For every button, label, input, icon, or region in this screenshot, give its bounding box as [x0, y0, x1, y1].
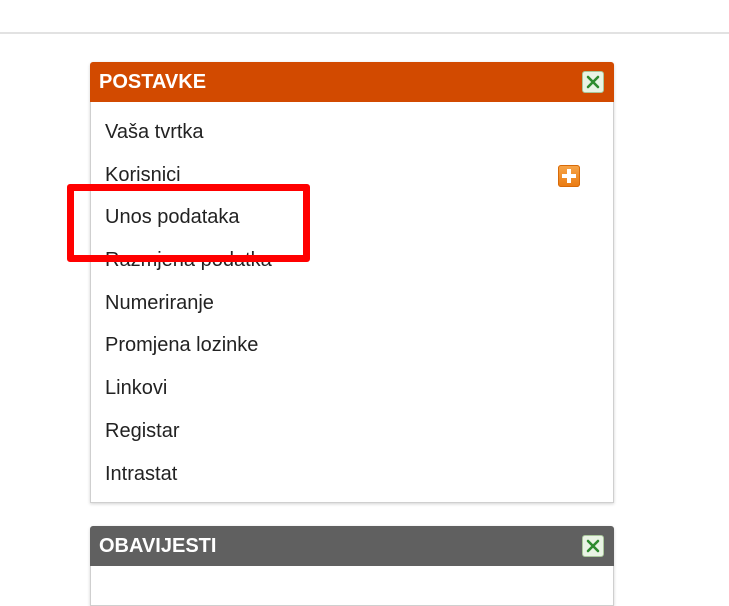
- menu-item-label: Unos podataka: [105, 206, 240, 229]
- close-icon: [586, 539, 600, 553]
- menu-item-promjena-lozinke[interactable]: Promjena lozinke: [91, 324, 613, 367]
- menu-item-label: Numeriranje: [105, 291, 214, 314]
- notices-panel-title: OBAVIJESTI: [99, 535, 217, 557]
- menu-item-label: Korisnici: [105, 163, 181, 186]
- menu-item-korisnici[interactable]: Korisnici: [91, 154, 613, 197]
- menu-item-intrastat[interactable]: Intrastat: [91, 453, 613, 496]
- menu-item-vasa-tvrtka[interactable]: Vaša tvrtka: [91, 111, 613, 154]
- settings-close-button[interactable]: [582, 71, 604, 93]
- notices-panel: OBAVIJESTI: [90, 526, 614, 606]
- notices-close-button[interactable]: [582, 535, 604, 557]
- settings-menu: Vaša tvrtka Korisnici Unos podataka Razm…: [91, 102, 613, 495]
- menu-item-label: Registar: [105, 419, 180, 442]
- menu-item-label: Vaša tvrtka: [105, 121, 204, 143]
- menu-item-unos-podataka[interactable]: Unos podataka: [91, 196, 613, 239]
- menu-item-label: Promjena lozinke: [105, 334, 259, 357]
- close-icon: [586, 75, 600, 89]
- menu-item-linkovi[interactable]: Linkovi: [91, 367, 613, 410]
- notices-panel-header: OBAVIJESTI: [90, 526, 614, 566]
- settings-panel: POSTAVKE Vaša tvrtka Korisnici Unos poda…: [90, 62, 614, 503]
- menu-item-razmjena-podatka[interactable]: Razmjena podatka: [91, 239, 613, 282]
- menu-item-numeriranje[interactable]: Numeriranje: [91, 282, 613, 325]
- menu-item-label: Intrastat: [105, 462, 178, 485]
- menu-item-label: Linkovi: [105, 377, 168, 400]
- menu-item-label: Razmjena podatka: [105, 249, 272, 272]
- settings-panel-title: POSTAVKE: [99, 71, 207, 93]
- top-bar: [0, 0, 729, 34]
- menu-item-registar[interactable]: Registar: [91, 410, 613, 453]
- add-user-button[interactable]: [558, 164, 580, 187]
- settings-panel-header: POSTAVKE: [90, 62, 614, 102]
